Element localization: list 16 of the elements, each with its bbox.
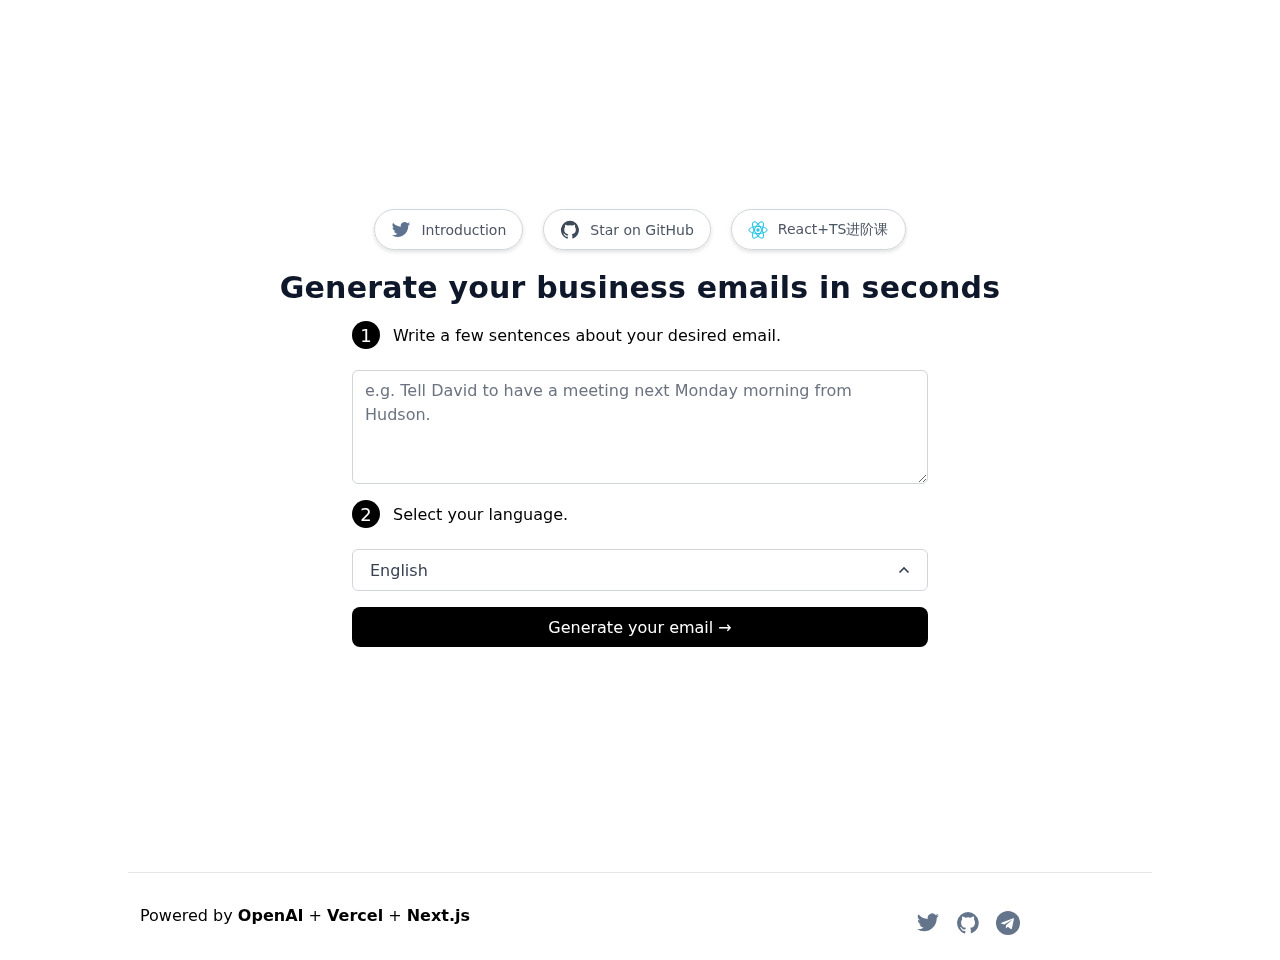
atom-icon (747, 219, 768, 240)
step-number: 2 (352, 500, 380, 528)
powered-by-text: Powered by OpenAI + Vercel + Next.js (140, 906, 470, 925)
step-label: Write a few sentences about your desired email. (393, 325, 782, 345)
prompt-field[interactable]: e.g. Tell David to have a meeting next Monday morning from Hudson. (352, 370, 928, 484)
bird-icon (391, 219, 412, 240)
github-icon (956, 911, 980, 935)
step-number: 1 (352, 321, 380, 349)
page-title: Generate your business emails in seconds (279, 270, 1001, 305)
language-dropdown[interactable]: English (352, 549, 928, 591)
social-link[interactable] (956, 911, 980, 935)
step-label: Select your language. (393, 504, 569, 524)
social-link[interactable] (996, 911, 1020, 935)
paper-plane-icon (996, 911, 1020, 935)
generate-button[interactable]: Generate your email → (352, 607, 928, 647)
github-icon (560, 219, 581, 240)
